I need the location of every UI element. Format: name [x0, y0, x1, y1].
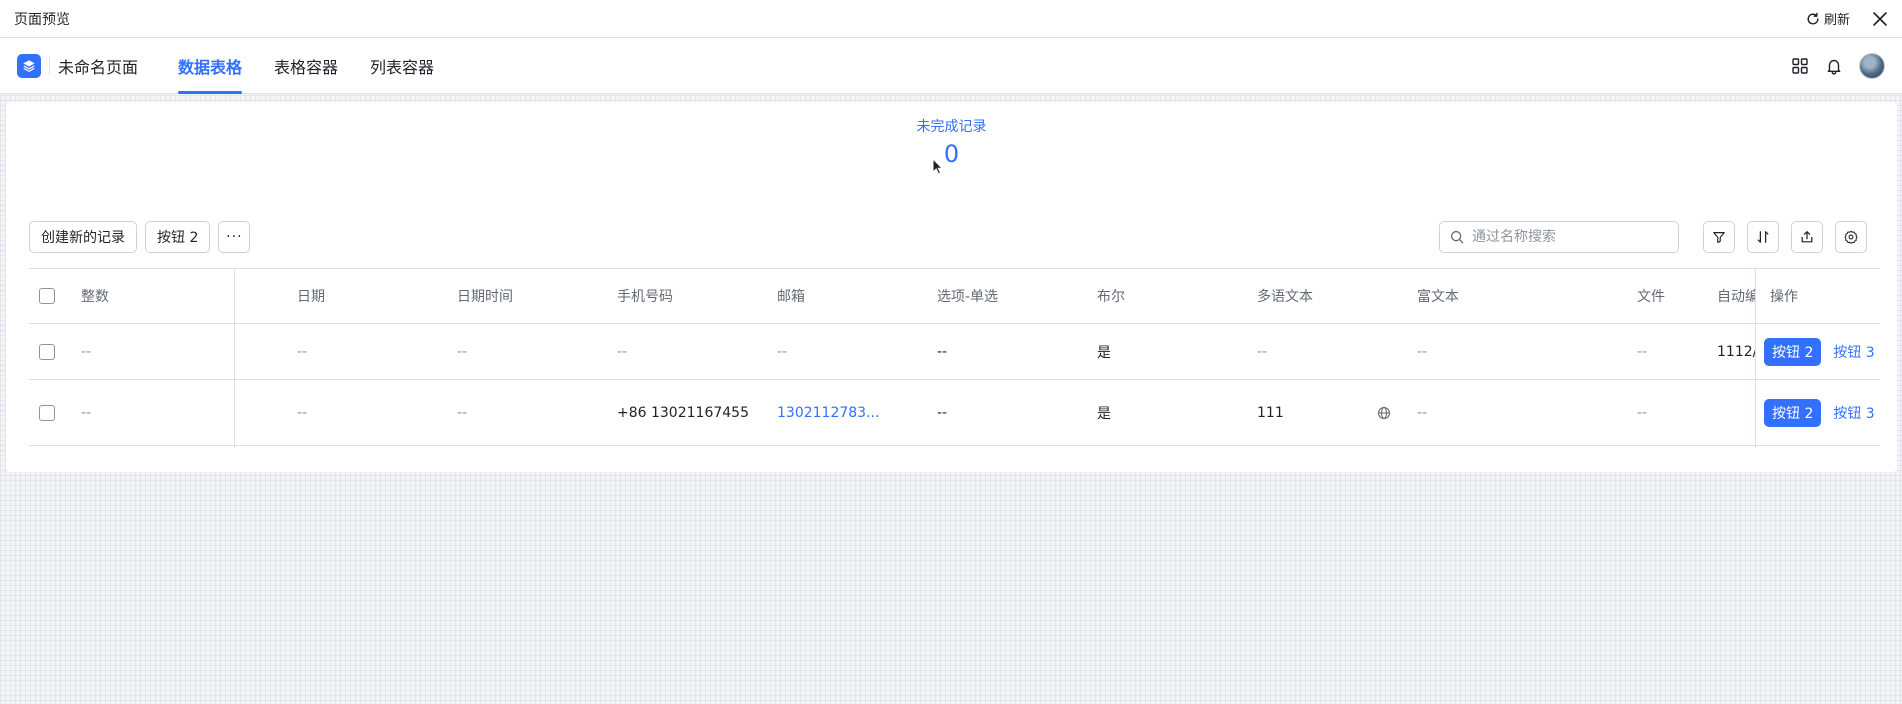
cell-auto: 1112/ [1717, 343, 1755, 360]
row-checkbox[interactable] [39, 343, 55, 360]
column-header-multilang[interactable]: 多语文本 [1257, 269, 1397, 323]
cell-single-select: -- [937, 343, 948, 360]
filter-button[interactable] [1703, 221, 1735, 253]
cell-actions: 按钮 2 按钮 3 [1756, 380, 1880, 445]
sort-icon [1757, 231, 1769, 243]
cell-email: -- [777, 343, 788, 360]
search-box[interactable] [1439, 221, 1679, 253]
cell-richtext: -- [1417, 343, 1428, 360]
app-header: 未命名页面 数据表格 表格容器 列表容器 [0, 38, 1902, 94]
globe-icon-cell [1377, 380, 1397, 445]
row-button-2[interactable]: 按钮 2 [1764, 337, 1822, 366]
toolbar-left: 创建新的记录 按钮 2 ··· [29, 221, 251, 253]
layers-icon [23, 59, 35, 72]
cell-integer: -- [81, 343, 92, 360]
search-input[interactable] [1472, 229, 1662, 245]
button-2[interactable]: 按钮 2 [145, 221, 211, 253]
toolbar-right [1439, 221, 1867, 253]
select-all-checkbox-cell [39, 269, 59, 323]
cell-actions: 按钮 2 按钮 3 [1756, 324, 1880, 379]
actions-column-divider [1755, 268, 1756, 448]
preview-bar: 页面预览 刷新 [0, 0, 1902, 38]
cell-file: -- [1637, 343, 1648, 360]
column-header-integer[interactable]: 整数 [81, 269, 221, 323]
gear-icon [1844, 230, 1858, 244]
settings-button[interactable] [1835, 221, 1867, 253]
column-header-email[interactable]: 邮箱 [777, 269, 917, 323]
grid-icon[interactable] [1791, 57, 1809, 75]
stat-label: 未完成记录 [916, 119, 987, 135]
column-header-auto[interactable]: 自动编 [1717, 269, 1755, 323]
cell-phone: +86 13021167455 [617, 404, 749, 421]
cell-phone: -- [617, 343, 628, 360]
filter-icon [1713, 232, 1725, 243]
refresh-label: 刷新 [1823, 13, 1850, 28]
tab-bar: 数据表格 表格容器 列表容器 [178, 38, 434, 94]
column-header-date[interactable]: 日期 [297, 269, 437, 323]
cell-multilang: 111 [1257, 404, 1284, 421]
main-card: 未完成记录 0 创建新的记录 按钮 2 ··· 通过名称搜索 整数 日期 日期时… [6, 102, 1897, 472]
cell-email[interactable]: 1302112783... [777, 380, 917, 445]
cell-date: -- [297, 404, 308, 421]
avatar[interactable] [1859, 52, 1885, 79]
data-table: 整数 日期 日期时间 手机号码 邮箱 选项-单选 布尔 多语文本 富文本 文件 … [29, 268, 1880, 448]
row-button-3[interactable]: 按钮 3 [1833, 403, 1874, 423]
column-header-datetime[interactable]: 日期时间 [457, 269, 597, 323]
cell-auto [1717, 380, 1755, 445]
close-icon [1873, 11, 1887, 26]
column-header-file[interactable]: 文件 [1637, 269, 1697, 323]
cell-richtext: -- [1417, 404, 1428, 421]
mouse-cursor-icon [932, 158, 944, 175]
preview-actions: 刷新 [1806, 9, 1888, 28]
table-row: -- -- -- -- -- -- 是 -- -- -- 1112/ 按钮 2 … [29, 324, 1880, 380]
app-name: 未命名页面 [58, 57, 139, 77]
select-all-checkbox[interactable] [39, 288, 55, 304]
tab-table-container[interactable]: 表格容器 [274, 38, 338, 94]
close-button[interactable] [1872, 11, 1888, 27]
export-button[interactable] [1791, 221, 1823, 253]
table-row: -- -- -- +86 13021167455 1302112783... -… [29, 380, 1880, 446]
cell-integer: -- [81, 404, 92, 421]
more-button[interactable]: ··· [218, 221, 251, 253]
table-header-row: 整数 日期 日期时间 手机号码 邮箱 选项-单选 布尔 多语文本 富文本 文件 … [29, 268, 1880, 324]
cell-date: -- [297, 343, 308, 360]
stat-value: 0 [943, 140, 960, 168]
cell-boolean: 是 [1097, 405, 1111, 422]
cell-multilang: -- [1257, 343, 1268, 360]
refresh-icon [1807, 12, 1819, 24]
preview-title: 页面预览 [14, 11, 70, 28]
column-header-single-select[interactable]: 选项-单选 [937, 269, 1077, 323]
tab-data-table[interactable]: 数据表格 [178, 38, 243, 94]
stat-block: 未完成记录 0 [6, 116, 1897, 168]
row-checkbox[interactable] [39, 404, 55, 421]
column-header-phone[interactable]: 手机号码 [617, 269, 757, 323]
refresh-button[interactable]: 刷新 [1806, 9, 1850, 28]
fixed-column-divider [234, 268, 235, 448]
cell-single-select: -- [937, 404, 948, 421]
cell-boolean: 是 [1097, 344, 1111, 361]
row-button-2[interactable]: 按钮 2 [1764, 398, 1822, 427]
header-right [1791, 52, 1885, 79]
cell-datetime: -- [457, 404, 468, 421]
column-header-boolean[interactable]: 布尔 [1097, 269, 1237, 323]
create-record-button[interactable]: 创建新的记录 [29, 221, 137, 253]
cell-datetime: -- [457, 343, 468, 360]
row-checkbox-cell [39, 380, 59, 445]
bell-icon[interactable] [1825, 57, 1843, 75]
row-checkbox-cell [39, 324, 59, 379]
column-header-richtext[interactable]: 富文本 [1417, 269, 1617, 323]
cell-file: -- [1637, 404, 1648, 421]
search-icon [1450, 230, 1464, 244]
logo-divider [49, 56, 50, 75]
tab-list-container[interactable]: 列表容器 [370, 38, 434, 94]
export-icon [1801, 231, 1813, 243]
sort-button[interactable] [1747, 221, 1779, 253]
globe-icon[interactable] [1377, 406, 1391, 420]
row-button-3[interactable]: 按钮 3 [1833, 342, 1874, 362]
column-header-actions: 操作 [1756, 269, 1880, 323]
app-logo [17, 53, 41, 78]
